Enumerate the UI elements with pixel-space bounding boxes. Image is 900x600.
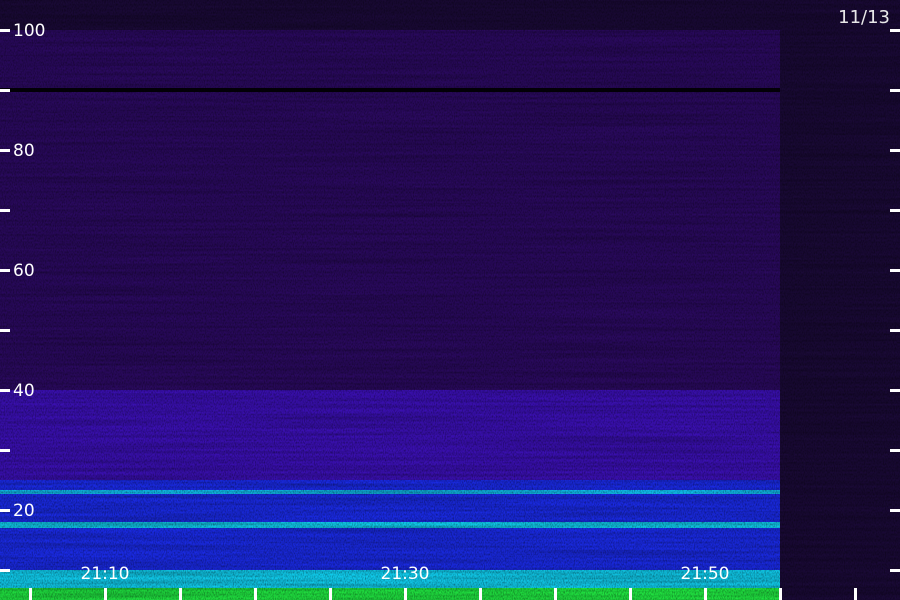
streak-overlay	[0, 0, 900, 600]
y-tick-label: 80	[13, 141, 35, 161]
spectrogram-chart: 100 80 60 40 20 21:10 21:30 21:50 11/13	[0, 0, 900, 600]
x-tick-4	[329, 588, 332, 600]
y-tick-right-1	[890, 149, 900, 152]
x-tick-8	[629, 588, 632, 600]
y-tick-right-3	[890, 389, 900, 392]
x-tick-3	[254, 588, 257, 600]
y-tick-left-4	[0, 509, 10, 512]
x-tick-label: 21:50	[681, 564, 730, 584]
x-tick-11	[854, 588, 857, 600]
y-tick-right-6	[890, 209, 900, 212]
y-tick-left-1	[0, 149, 10, 152]
y-tick-right-5	[890, 89, 900, 92]
y-tick-label: 40	[13, 381, 35, 401]
y-tick-label: 60	[13, 261, 35, 281]
y-tick-left-2	[0, 269, 10, 272]
y-tick-left-7	[0, 329, 10, 332]
x-tick-6	[479, 588, 482, 600]
x-tick-5	[404, 588, 407, 600]
x-tick-label: 21:30	[381, 564, 430, 584]
y-tick-label: 100	[13, 21, 45, 41]
y-tick-left-3	[0, 389, 10, 392]
x-tick-1	[104, 588, 107, 600]
y-tick-right-4	[890, 509, 900, 512]
x-tick-0	[29, 588, 32, 600]
y-tick-right-9	[890, 569, 900, 572]
y-tick-right-8	[890, 449, 900, 452]
y-tick-left-0	[0, 29, 10, 32]
x-tick-9	[704, 588, 707, 600]
y-tick-right-2	[890, 269, 900, 272]
y-tick-left-6	[0, 209, 10, 212]
x-tick-2	[179, 588, 182, 600]
x-tick-10	[779, 588, 782, 600]
x-tick-7	[554, 588, 557, 600]
y-tick-left-8	[0, 449, 10, 452]
y-tick-left-5	[0, 89, 10, 92]
x-tick-label: 21:10	[81, 564, 130, 584]
y-tick-left-9	[0, 569, 10, 572]
date-label: 11/13	[838, 7, 890, 28]
y-tick-right-0	[890, 29, 900, 32]
y-tick-label: 20	[13, 501, 35, 521]
y-tick-right-7	[890, 329, 900, 332]
